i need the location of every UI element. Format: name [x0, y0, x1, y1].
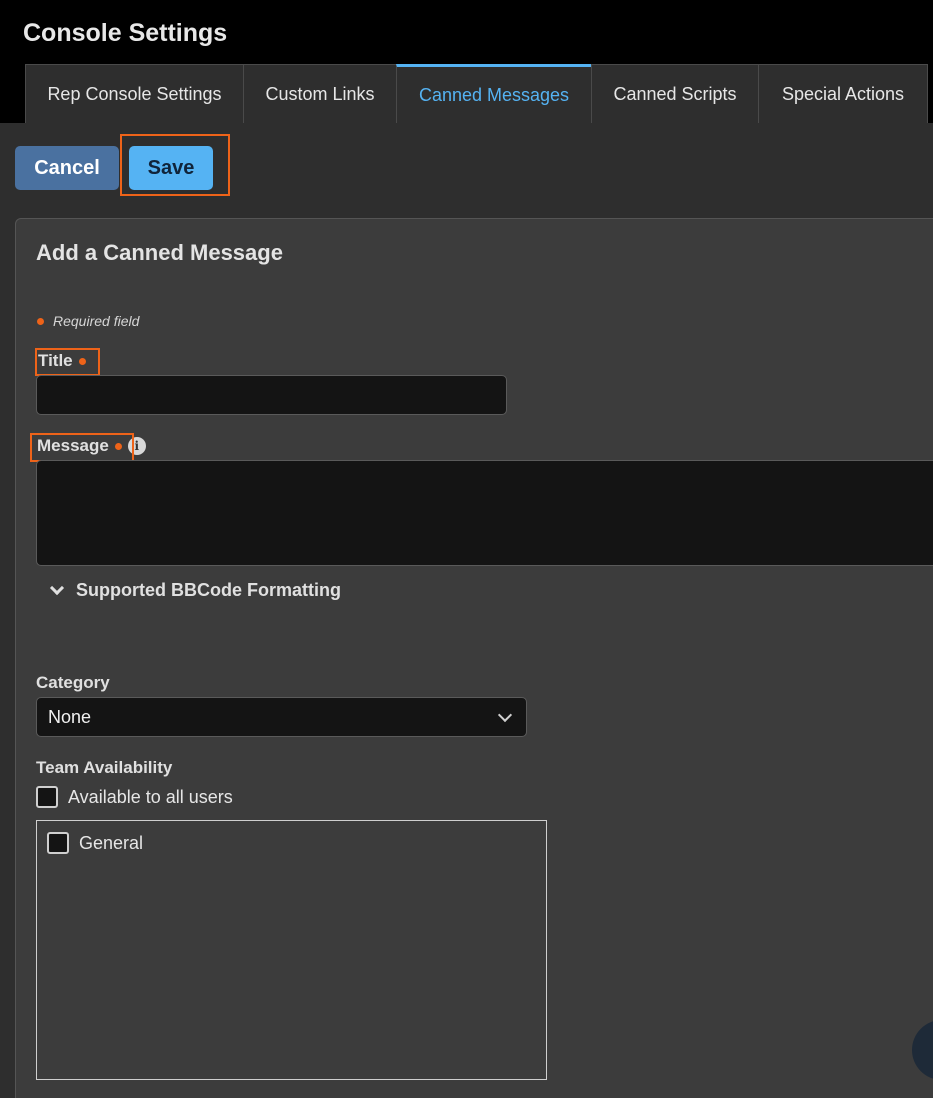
message-label-text: Message [37, 436, 109, 455]
category-label: Category [36, 673, 110, 692]
team-availability-label: Team Availability [36, 758, 173, 777]
message-label: Message i [37, 436, 146, 456]
available-all-users-option[interactable]: Available to all users [36, 786, 233, 808]
title-input[interactable] [36, 375, 507, 415]
bbcode-formatting-toggle[interactable]: Supported BBCode Formatting [49, 580, 341, 601]
team-option-general[interactable]: General [47, 832, 143, 854]
cancel-button[interactable]: Cancel [15, 146, 119, 190]
available-all-users-checkbox[interactable] [36, 786, 58, 808]
title-label-text: Title [38, 351, 73, 370]
team-general-label: General [79, 832, 144, 853]
info-icon[interactable]: i [127, 437, 146, 455]
available-all-users-label: Available to all users [68, 786, 233, 807]
bbcode-toggle-label: Supported BBCode Formatting [76, 580, 341, 600]
team-list[interactable] [36, 820, 547, 1080]
required-field-text: Required field [53, 313, 140, 329]
required-field-note: Required field [37, 313, 139, 329]
tab-canned-scripts[interactable]: Canned Scripts [591, 64, 759, 123]
team-general-checkbox[interactable] [47, 832, 69, 854]
header-bar: Console Settings Rep Console Settings Cu… [0, 0, 933, 123]
tab-special-actions[interactable]: Special Actions [758, 64, 928, 123]
select-chevron-icon [497, 707, 513, 723]
category-select[interactable]: None [36, 697, 527, 737]
required-dot-icon [78, 357, 86, 365]
save-button[interactable]: Save [129, 146, 213, 190]
form-title: Add a Canned Message [36, 240, 283, 265]
page-title: Console Settings [23, 19, 228, 47]
tab-custom-links[interactable]: Custom Links [243, 64, 397, 123]
category-selected-value: None [48, 706, 92, 727]
tab-canned-messages[interactable]: Canned Messages [396, 64, 592, 123]
chevron-down-icon [49, 580, 65, 595]
required-dot-icon [114, 442, 122, 450]
message-textarea[interactable] [36, 460, 933, 566]
tab-rep-console-settings[interactable]: Rep Console Settings [25, 64, 244, 123]
required-dot-icon [37, 317, 44, 325]
title-label: Title [38, 351, 86, 371]
tab-bar: Rep Console Settings Custom Links Canned… [25, 64, 928, 123]
